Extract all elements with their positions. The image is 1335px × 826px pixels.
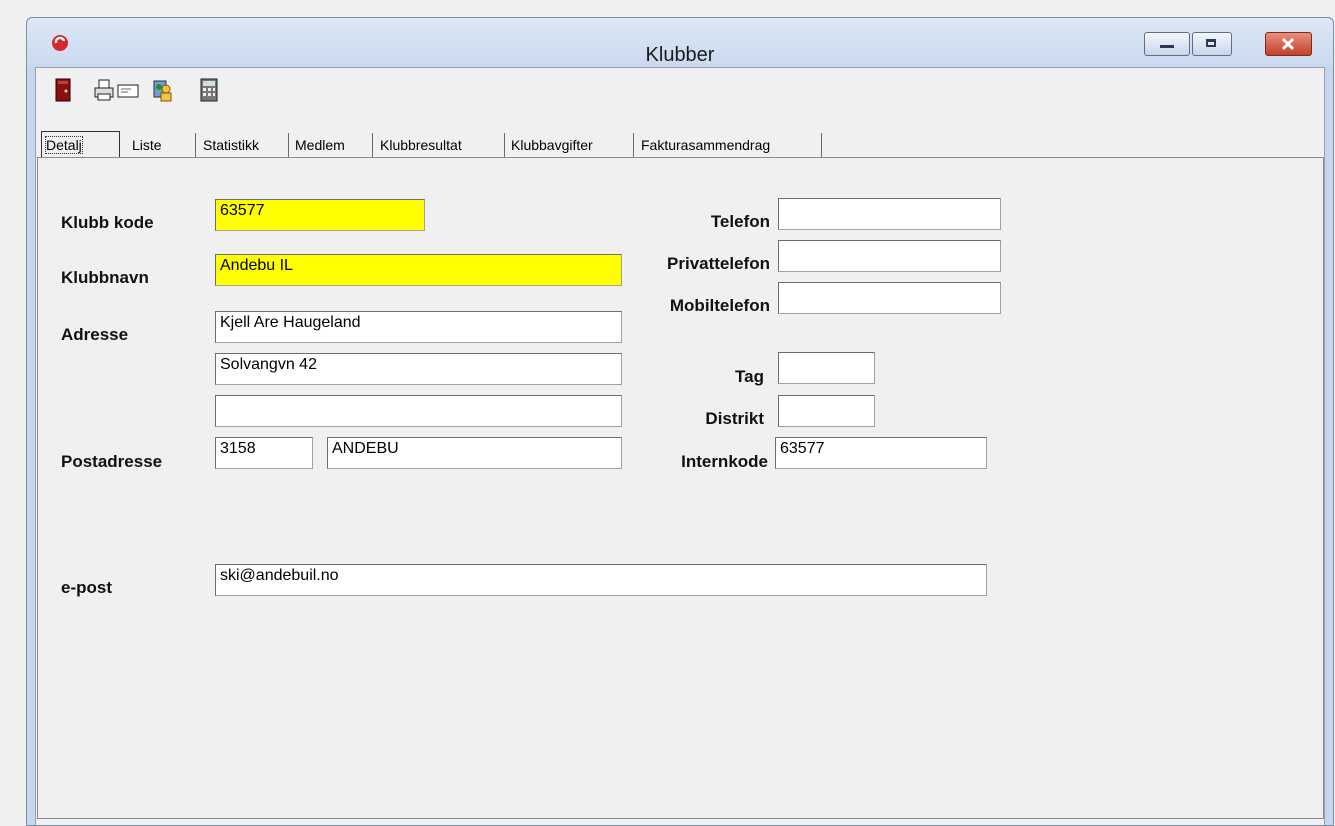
mobiltelefon-label: Mobiltelefon [669, 296, 770, 315]
distrikt-field[interactable] [778, 395, 875, 427]
tab-klubbresultat[interactable]: Klubbresultat [376, 133, 505, 157]
postnummer-field[interactable]: 3158 [215, 437, 313, 469]
privattelefon-label: Privattelefon [667, 254, 770, 273]
tab-detalj[interactable]: Detalj [41, 131, 120, 159]
card-icon[interactable] [116, 77, 140, 103]
tab-statistikk[interactable]: Statistikk [199, 133, 289, 157]
tab-klubbavgifter[interactable]: Klubbavgifter [507, 133, 634, 157]
poststed-field[interactable]: ANDEBU [327, 437, 622, 469]
print-icon[interactable] [93, 77, 115, 103]
epost-label: e-post [61, 578, 112, 597]
tab-label: Liste [132, 137, 162, 153]
klubb-kode-field[interactable]: 63577 [215, 199, 425, 231]
distrikt-label: Distrikt [705, 409, 764, 428]
postadresse-label: Postadresse [61, 452, 163, 471]
window-title: Klubber [645, 44, 715, 66]
tab-medlem[interactable]: Medlem [291, 133, 373, 157]
adresse-line3-field[interactable] [215, 395, 622, 427]
klubbnavn-label: Klubbnavn [61, 268, 149, 287]
epost-field[interactable]: ski@andebuil.no [215, 564, 987, 596]
tag-label: Tag [735, 367, 764, 386]
klubb-kode-label: Klubb kode [61, 213, 154, 232]
minimize-icon [1160, 45, 1174, 48]
tab-liste[interactable]: Liste [128, 133, 196, 157]
adresse-label: Adresse [61, 325, 129, 344]
adresse-line2-field[interactable]: Solvangvn 42 [215, 353, 622, 385]
maximize-button[interactable] [1192, 32, 1232, 56]
klubbnavn-field[interactable]: Andebu IL [215, 254, 622, 286]
close-button[interactable] [1265, 32, 1312, 56]
mobiltelefon-field[interactable] [778, 282, 1001, 314]
internkode-label: Internkode [681, 452, 768, 471]
tab-fakturasammendrag[interactable]: Fakturasammendrag [637, 133, 822, 157]
tag-field[interactable] [778, 352, 875, 384]
internkode-field[interactable]: 63577 [775, 437, 987, 469]
exit-icon[interactable] [52, 77, 74, 103]
minimize-button[interactable] [1144, 32, 1190, 56]
close-icon [1281, 37, 1295, 51]
telefon-label: Telefon [710, 212, 770, 231]
tab-label: Detalj [45, 136, 83, 154]
tab-label: Klubbresultat [380, 137, 462, 153]
tab-label: Klubbavgifter [511, 137, 593, 153]
tab-label: Medlem [295, 137, 345, 153]
telefon-field[interactable] [778, 198, 1001, 230]
calculator-icon[interactable] [198, 77, 220, 103]
privattelefon-field[interactable] [778, 240, 1001, 272]
maximize-icon [1206, 39, 1216, 47]
tab-label: Fakturasammendrag [641, 137, 771, 153]
users-icon[interactable] [152, 77, 174, 103]
adresse-line1-field[interactable]: Kjell Are Haugeland [215, 311, 622, 343]
tab-label: Statistikk [203, 137, 260, 153]
title-bar[interactable]: Klubber [27, 18, 1333, 68]
